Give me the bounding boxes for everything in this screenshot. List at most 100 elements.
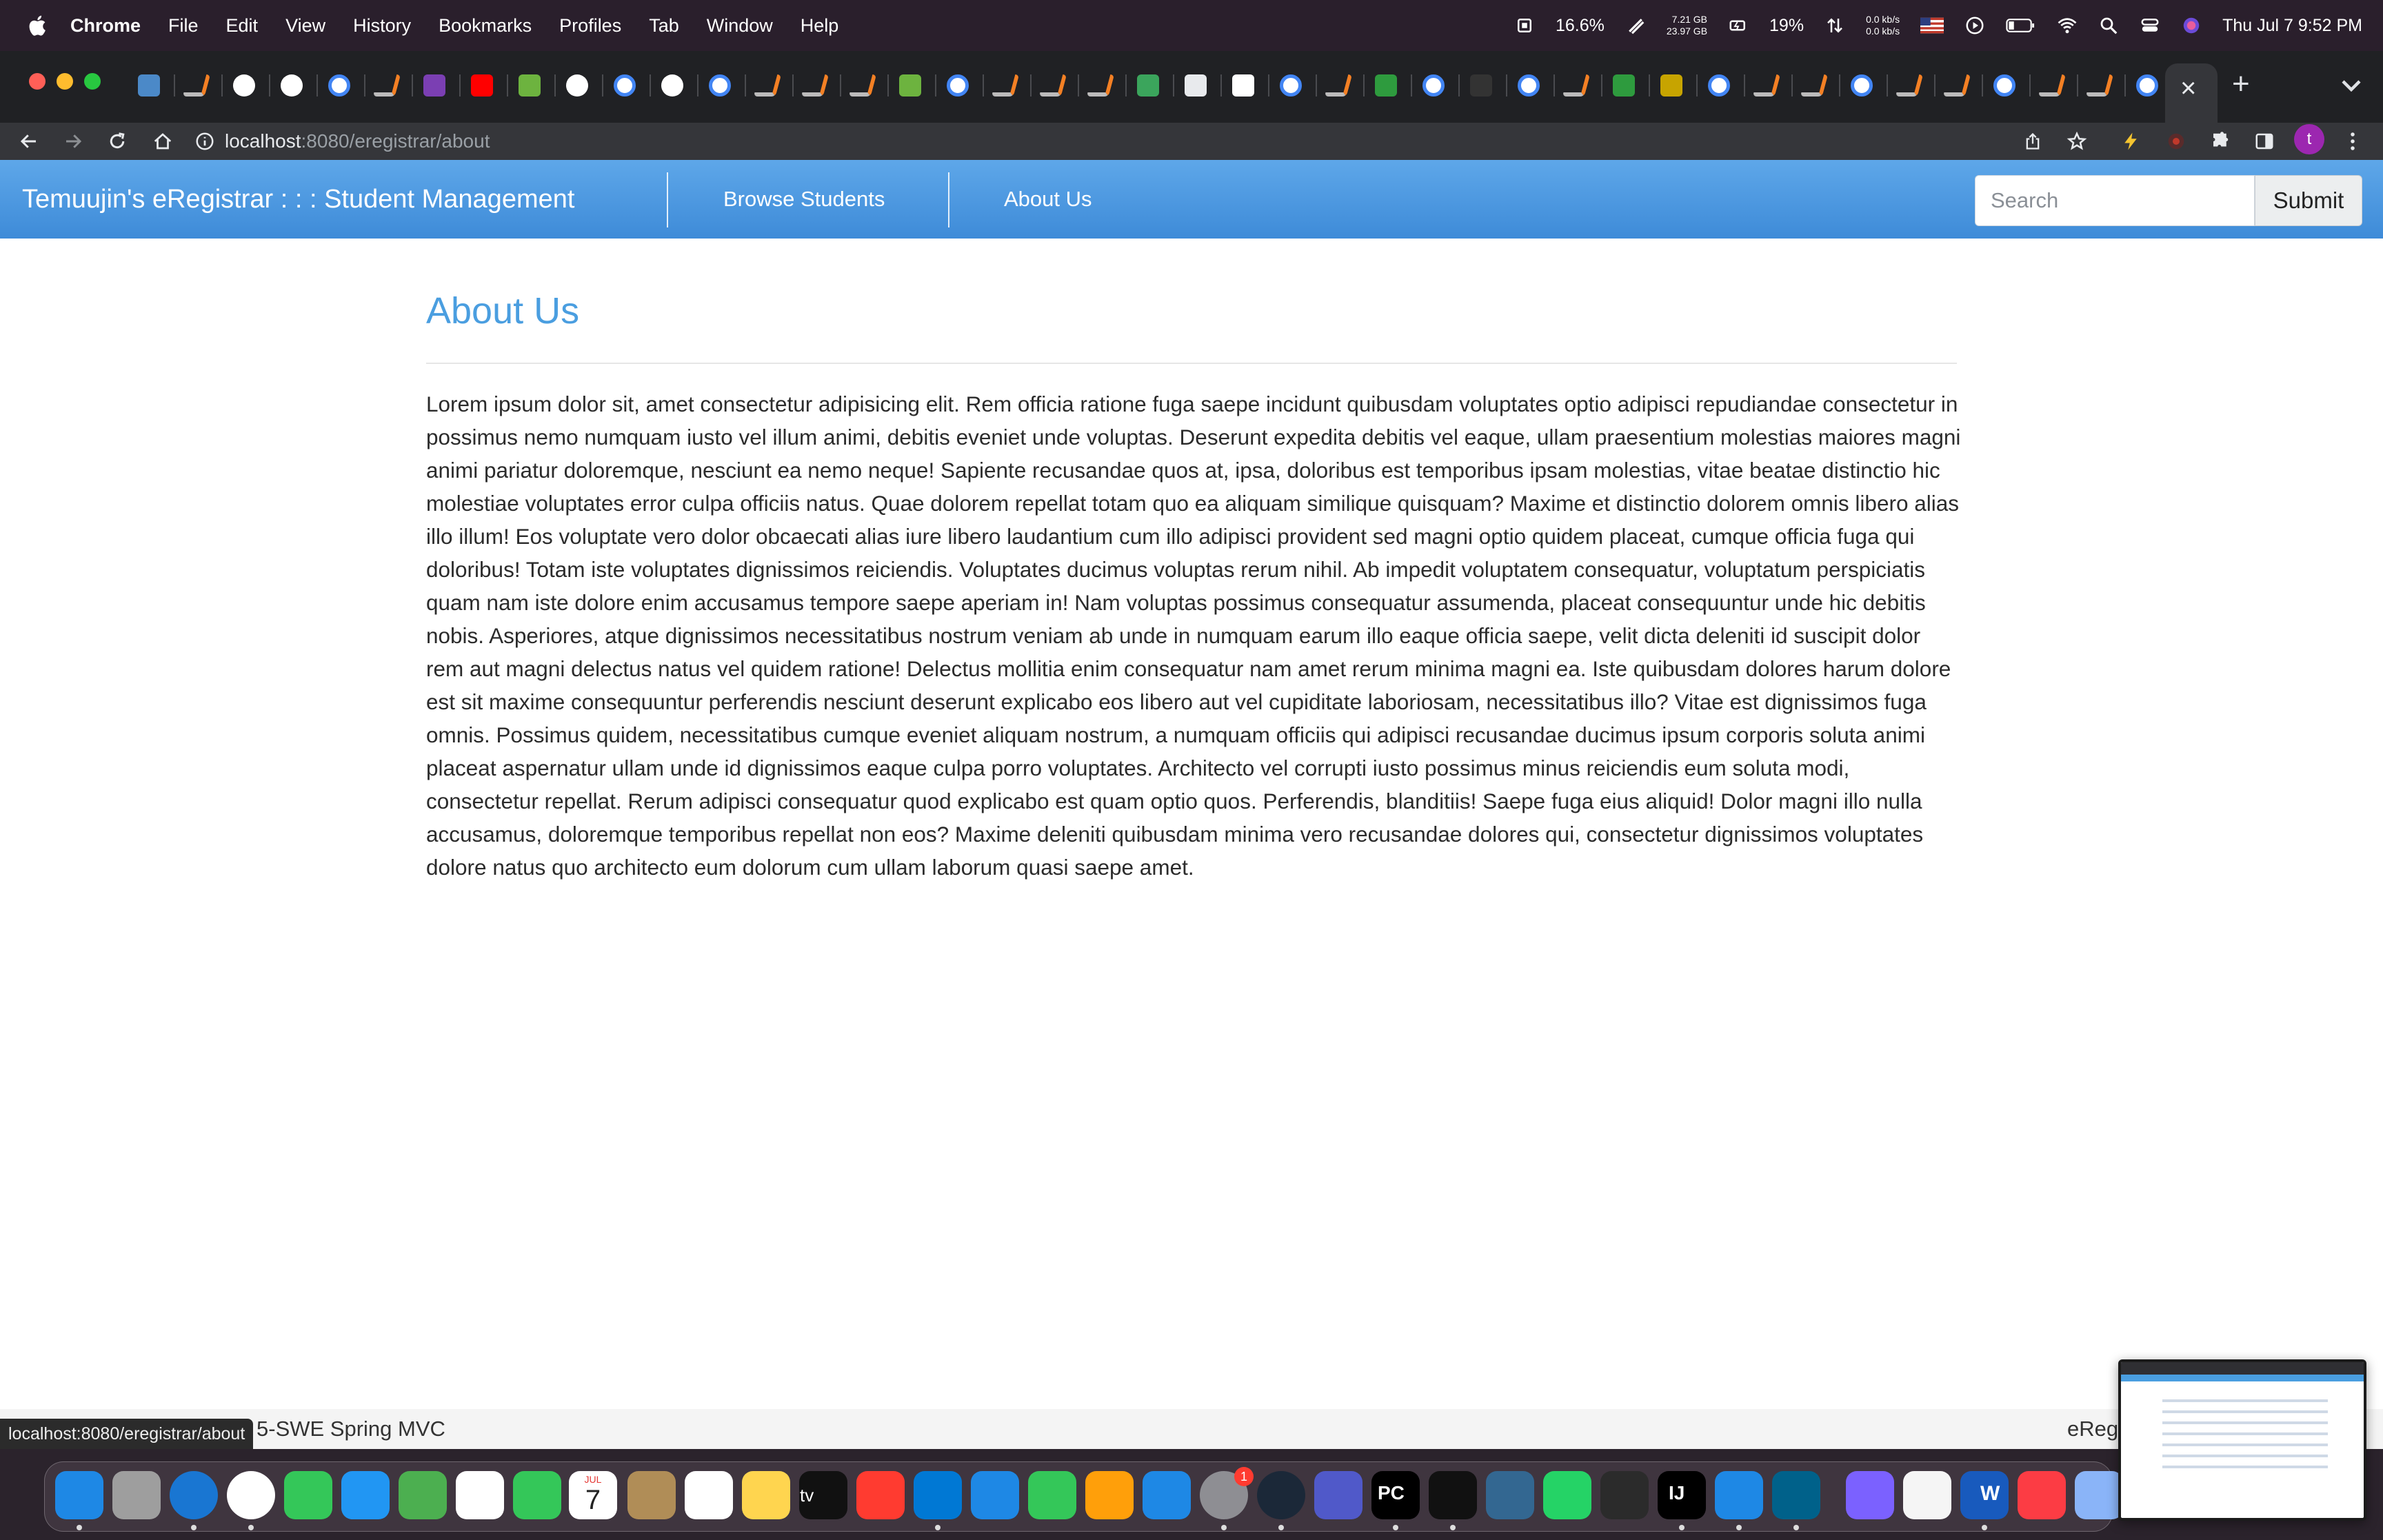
bookmark-star-button[interactable] (2062, 123, 2092, 160)
tab-favicon-dna-icon[interactable] (1137, 74, 1159, 97)
tab-favicon-google-icon[interactable] (2136, 74, 2158, 97)
share-button[interactable] (2018, 123, 2048, 160)
dock-postgres-icon[interactable] (1486, 1471, 1534, 1519)
dock-notes-icon[interactable] (742, 1471, 790, 1519)
dock-facetime-icon[interactable] (513, 1471, 561, 1519)
nav-browse-students[interactable]: Browse Students (723, 160, 885, 239)
window-zoom-button[interactable] (84, 73, 101, 90)
tab-favicon-github-icon[interactable] (233, 74, 255, 97)
dock-music-icon[interactable] (2018, 1471, 2066, 1519)
tab-favicon-onenote-icon[interactable] (423, 74, 445, 97)
new-tab-button[interactable]: + (2232, 69, 2250, 99)
extension-bolt-button[interactable] (2115, 123, 2146, 160)
window-minimize-button[interactable] (57, 73, 73, 90)
site-info-icon[interactable] (194, 131, 215, 152)
dock-chrome-icon[interactable] (227, 1471, 275, 1519)
play-circle-icon[interactable] (1964, 15, 1985, 36)
tab-favicon-globe-icon[interactable] (281, 74, 303, 97)
tab-favicon-google-icon[interactable] (1280, 74, 1302, 97)
tab-favicon-book-icon[interactable] (1185, 74, 1207, 97)
dock-appstore-icon[interactable] (1143, 1471, 1191, 1519)
dock-vlc-icon[interactable] (1600, 1471, 1649, 1519)
tab-favicon-google-icon[interactable] (614, 74, 636, 97)
dock-mysql-icon[interactable] (1772, 1471, 1820, 1519)
window-close-button[interactable] (29, 73, 46, 90)
dock-mail-icon[interactable] (341, 1471, 390, 1519)
dock-keynote-icon[interactable] (971, 1471, 1019, 1519)
menu-file[interactable]: File (168, 15, 199, 37)
siri-icon[interactable] (2181, 15, 2202, 36)
dock-messenger-icon[interactable] (1846, 1471, 1894, 1519)
dock-numbers-icon[interactable] (1028, 1471, 1076, 1519)
dock-maps-icon[interactable] (399, 1471, 447, 1519)
tab-favicon-leaf-icon[interactable] (519, 74, 541, 97)
dock-steam-icon[interactable] (1257, 1471, 1305, 1519)
address-bar[interactable]: localhost:8080/eregistrar/about (194, 123, 2084, 160)
extension-record-button[interactable] (2161, 123, 2191, 160)
menu-help[interactable]: Help (801, 15, 839, 37)
dock-messages-icon[interactable] (284, 1471, 332, 1519)
battery-icon[interactable] (2006, 15, 2036, 36)
dock-calendar[interactable]: JUL 7 (569, 1471, 617, 1519)
dock-terminal-icon[interactable] (1429, 1471, 1477, 1519)
tab-favicon-google-icon[interactable] (709, 74, 731, 97)
tab-favicon-dark-icon[interactable] (1470, 74, 1492, 97)
tab-favicon-leaf-icon[interactable] (899, 74, 921, 97)
us-flag-icon[interactable] (1920, 17, 1944, 34)
profile-avatar[interactable]: t (2294, 124, 2324, 154)
nav-about-us[interactable]: About Us (1004, 160, 1092, 239)
menu-history[interactable]: History (353, 15, 411, 37)
menu-view[interactable]: View (285, 15, 325, 37)
dock-contacts-icon[interactable] (627, 1471, 676, 1519)
memory-icon[interactable] (1625, 15, 1646, 36)
tab-favicon-google-icon[interactable] (328, 74, 350, 97)
dock-reminders-icon[interactable] (685, 1471, 733, 1519)
dock-photos-icon[interactable] (456, 1471, 504, 1519)
menu-app-name[interactable]: Chrome (70, 15, 141, 37)
dock-pages-icon[interactable] (1085, 1471, 1134, 1519)
site-brand[interactable]: Temuujin's eRegistrar : : : Student Mana… (22, 160, 574, 239)
tab-favicon-google-icon[interactable] (947, 74, 969, 97)
dock-teams-icon[interactable] (1314, 1471, 1363, 1519)
tab-favicon-google-icon[interactable] (1708, 74, 1730, 97)
tab-favicon-java-icon[interactable] (138, 74, 160, 97)
cpu-icon[interactable] (1514, 15, 1535, 36)
tab-favicon-google-icon[interactable] (1422, 74, 1445, 97)
screenshot-thumbnail[interactable] (2118, 1359, 2366, 1521)
spotlight-search-icon[interactable] (2098, 15, 2119, 36)
dock-launchpad-icon[interactable] (112, 1471, 161, 1519)
submit-button[interactable]: Submit (2255, 175, 2362, 226)
dock-vscode-icon[interactable] (1715, 1471, 1763, 1519)
control-center-icon[interactable] (2140, 15, 2160, 36)
search-input[interactable] (1975, 175, 2255, 226)
forward-button[interactable] (58, 123, 88, 160)
battery-stat-icon[interactable] (1728, 15, 1749, 36)
apple-logo-icon[interactable] (26, 14, 47, 37)
dock-textedit-icon[interactable] (1903, 1471, 1951, 1519)
dock-outlook-icon[interactable] (914, 1471, 962, 1519)
menu-profiles[interactable]: Profiles (559, 15, 621, 37)
dock-preview-icon[interactable] (2075, 1471, 2123, 1519)
menu-edit[interactable]: Edit (226, 15, 259, 37)
menubar-clock[interactable]: Thu Jul 7 9:52 PM (2222, 16, 2362, 36)
dock-whatsapp-icon[interactable] (1543, 1471, 1591, 1519)
tab-favicon-check-icon[interactable] (1613, 74, 1635, 97)
dock-safari-icon[interactable] (170, 1471, 218, 1519)
tab-favicon-globe-icon[interactable] (566, 74, 588, 97)
home-button[interactable] (148, 123, 178, 160)
menu-bookmarks[interactable]: Bookmarks (439, 15, 532, 37)
tab-favicon-google-icon[interactable] (1993, 74, 2015, 97)
tab-favicon-spark-icon[interactable] (1660, 74, 1682, 97)
side-panel-button[interactable] (2249, 123, 2280, 160)
reload-button[interactable] (102, 123, 132, 160)
tab-search-chevron-icon[interactable] (2339, 76, 2364, 95)
active-tab[interactable]: × (2165, 63, 2218, 123)
extensions-button[interactable] (2205, 123, 2235, 160)
close-tab-icon[interactable]: × (2180, 73, 2196, 104)
dock-finder-icon[interactable] (55, 1471, 103, 1519)
tab-favicon-check-icon[interactable] (1375, 74, 1397, 97)
tab-favicon-youtube-icon[interactable] (471, 74, 493, 97)
menu-window[interactable]: Window (707, 15, 773, 37)
back-button[interactable] (14, 123, 44, 160)
tab-favicon-cube-icon[interactable] (1232, 74, 1254, 97)
